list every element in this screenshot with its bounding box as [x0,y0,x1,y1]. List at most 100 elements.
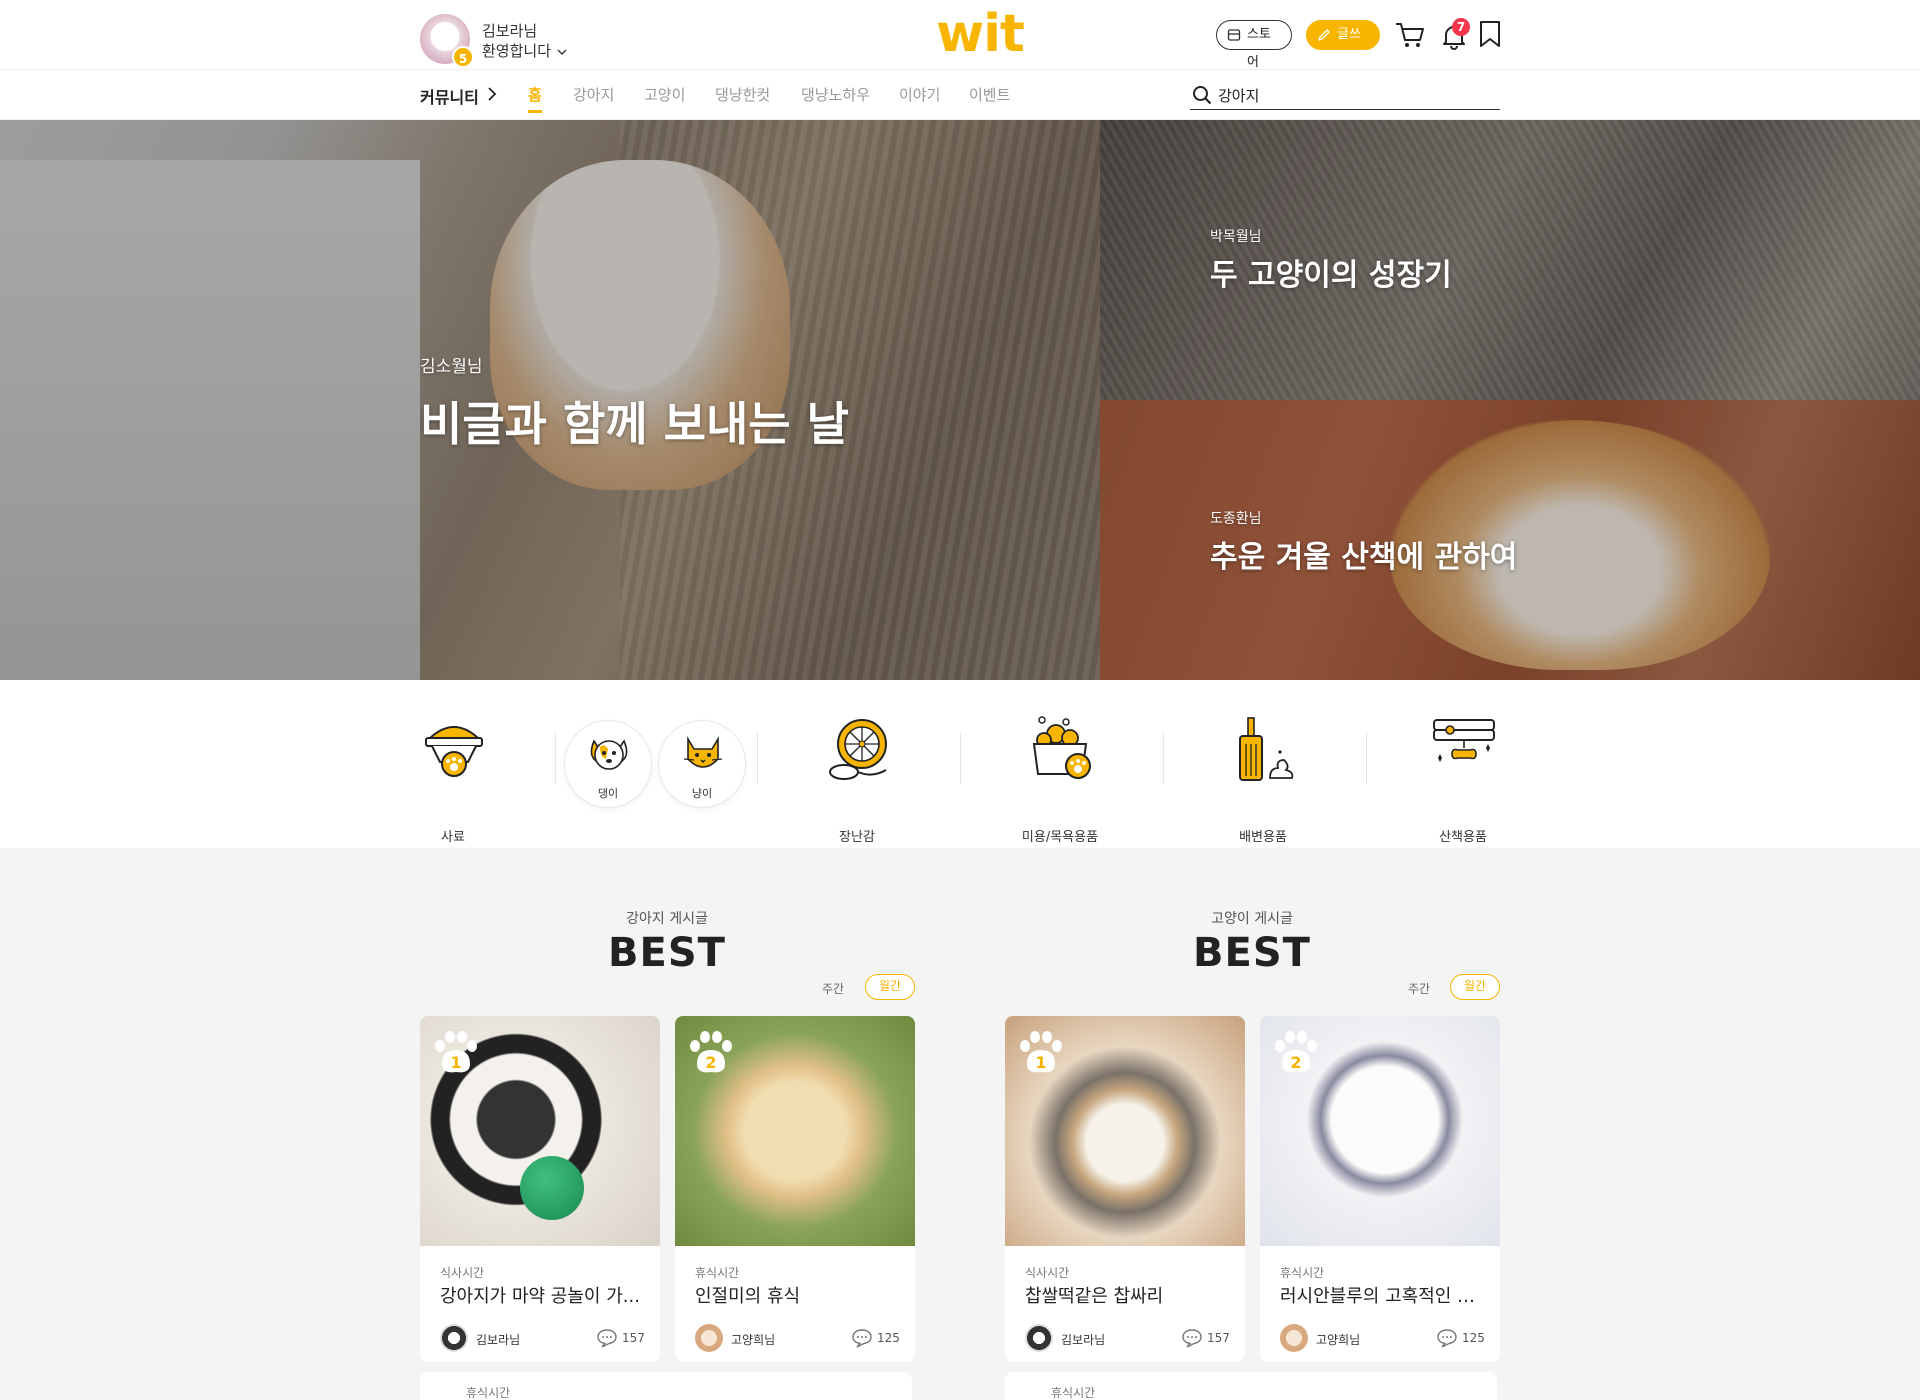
write-button[interactable]: 글쓰기 [1306,20,1380,70]
next-card-row[interactable]: 휴식시간 [420,1372,912,1400]
chevron-right-icon[interactable] [486,86,498,102]
comment-icon [1437,1329,1457,1348]
wit-logo[interactable]: wit [910,6,1050,62]
author-avatar [440,1324,468,1352]
period-monthly[interactable]: 월간 [1450,974,1500,1000]
category-food[interactable]: 사료 [408,710,498,845]
search-icon[interactable] [1192,85,1212,105]
divider [960,732,961,784]
card-category: 휴식시간 [695,1266,740,1280]
cart-icon[interactable] [1394,20,1426,50]
search-input[interactable] [1218,83,1488,107]
food-bowl-icon [425,726,483,777]
toy-wheel-icon [829,719,887,780]
author-avatar [1025,1324,1053,1352]
bookmark-icon[interactable] [1478,20,1502,48]
card-author: 김보라님 [476,1333,521,1347]
top-header: 5 김보라님 환영합니다 wit 스토어 글쓰기 7 [0,0,1920,70]
category-toilet-label: 배변용품 [1239,830,1287,845]
divider [757,732,758,784]
svg-text:1: 1 [1035,1053,1046,1072]
search-bar [1190,80,1500,110]
tab-cat[interactable]: 고양이 [644,84,685,105]
best-cat-subtitle: 고양이 게시글 [1211,911,1293,927]
litter-scoop-icon [1239,717,1294,781]
svg-text:1: 1 [450,1053,461,1072]
card-comment-count: 157 [1207,1331,1230,1345]
hero-main-card[interactable]: 김소월님 비글과 함께 보내는 날 [0,120,1100,680]
comment-icon [1182,1329,1202,1348]
category-walk[interactable]: 산책용품 [1418,710,1508,845]
dog-face-icon [590,739,628,770]
welcome-dropdown[interactable]: 환영합니다 [482,40,568,61]
author-avatar [695,1324,723,1352]
category-bath-label: 미용/목욕용품 [1021,830,1099,845]
hero-bottom-card[interactable]: 도종환님 추운 겨울 산책에 관하여 [1100,400,1920,680]
user-level-badge: 5 [452,46,474,68]
divider [1366,732,1367,784]
period-monthly[interactable]: 월간 [865,974,915,1000]
paw-rank-icon: 2 [1275,1031,1317,1073]
card-title[interactable]: 인절미의 휴식 [695,1282,900,1308]
card-category: 휴식시간 [1280,1266,1325,1280]
hero-main-title: 비글과 함께 보내는 날 [420,397,849,451]
category-dog-bubble[interactable]: 댕이 [564,720,652,808]
card-comment-count: 157 [622,1331,645,1345]
best-card[interactable]: 1 식사시간 찹쌀떡같은 찹싸리 김보라님 157 [1005,1016,1245,1362]
collar-icon [1433,719,1495,762]
cat-face-icon [683,736,723,768]
best-card[interactable]: 2 휴식시간 인절미의 휴식 고양희님 125 [675,1016,915,1362]
card-category: 식사시간 [1025,1266,1070,1280]
best-dog-title: BEST [608,930,726,976]
user-avatar[interactable]: 5 [420,14,474,68]
green-ball [520,1156,584,1220]
period-weekly[interactable]: 주간 [822,980,844,997]
paw-rank-icon: 2 [690,1031,732,1073]
divider [555,732,556,784]
welcome-text: 환영합니다 [482,42,552,60]
author-avatar [1280,1324,1308,1352]
category-cat-bubble[interactable]: 냥이 [658,720,746,808]
card-title[interactable]: 찹쌀떡같은 찹싸리 [1025,1282,1230,1308]
category-dog-label: 댕이 [597,787,619,800]
card-category: 식사시간 [440,1266,485,1280]
tab-dog[interactable]: 강아지 [573,84,614,105]
category-walk-label: 산책용품 [1439,830,1487,845]
category-bar: 사료 댕이 냥이 장난감 미용/목욕용품 배변용품 산책용품 [0,680,1920,848]
tab-story[interactable]: 이야기 [899,84,940,105]
period-weekly[interactable]: 주간 [1408,980,1430,997]
best-card[interactable]: 2 휴식시간 러시안블루의 고혹적인 모습 고양희님 125 [1260,1016,1500,1362]
card-author: 김보라님 [1061,1333,1106,1347]
category-food-label: 사료 [441,830,465,845]
category-bath[interactable]: 미용/목욕용품 [1014,710,1106,845]
best-card[interactable]: 1 식사시간 강아지가 마약 공놀이 가... 김보라님 157 [420,1016,660,1362]
tab-home[interactable]: 홈 [528,84,542,113]
hero-main-author: 김소월님 [420,357,483,377]
store-icon [1227,29,1241,41]
store-button[interactable]: 스토어 [1216,20,1292,70]
divider [1163,732,1164,784]
card-author: 고양희님 [1316,1333,1361,1347]
card-title[interactable]: 러시안블루의 고혹적인 모습 [1280,1282,1485,1308]
best-posts-area: 강아지 게시글 BEST 주간 월간 1 식사시간 강아지가 마약 공놀이 가.… [0,848,1920,1400]
tab-knowhow[interactable]: 댕냥노하우 [801,84,870,105]
best-cat-title: BEST [1193,930,1311,976]
category-toy-label: 장난감 [839,830,875,845]
card-title[interactable]: 강아지가 마약 공놀이 가... [440,1282,645,1308]
next-card-row[interactable]: 휴식시간 [1005,1372,1497,1400]
hero-top-card[interactable]: 박목월님 두 고양이의 성장기 [1100,120,1920,400]
notification-badge: 7 [1452,18,1470,36]
category-toy[interactable]: 장난감 [812,710,902,845]
category-toilet[interactable]: 배변용품 [1218,710,1308,845]
svg-text:2: 2 [1290,1053,1301,1072]
hero-top-author: 박목월님 [1210,229,1262,245]
paw-rank-icon: 1 [435,1031,477,1073]
tab-event[interactable]: 이벤트 [969,84,1010,105]
tab-photo[interactable]: 댕냥한컷 [715,84,770,105]
hero-top-title: 두 고양이의 성장기 [1210,258,1452,293]
card-category: 휴식시간 [1051,1386,1096,1400]
community-nav: 커뮤니티 홈 강아지 고양이 댕냥한컷 댕냥노하우 이야기 이벤트 [0,70,1920,120]
card-comment-count: 125 [1462,1331,1485,1345]
hero-banner: 김소월님 비글과 함께 보내는 날 박목월님 두 고양이의 성장기 도종환님 추… [0,120,1920,680]
nav-category[interactable]: 커뮤니티 [420,84,479,108]
